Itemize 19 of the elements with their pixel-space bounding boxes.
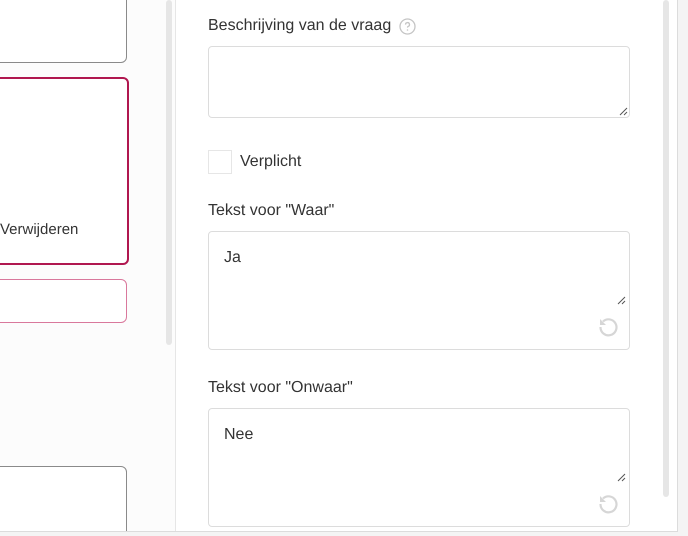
resize-handle-icon[interactable] xyxy=(617,296,626,305)
description-field[interactable] xyxy=(208,46,630,118)
answer-text-field[interactable]: Ja xyxy=(208,231,630,350)
resize-handle-icon[interactable] xyxy=(617,473,626,482)
help-icon[interactable] xyxy=(399,18,416,34)
field-label: Beschrijving van de vraag xyxy=(208,16,392,36)
checkbox[interactable] xyxy=(208,150,232,174)
answer-text-field[interactable]: Nee xyxy=(208,408,630,527)
scrollbar[interactable] xyxy=(663,0,669,497)
field-label: Tekst voor "Waar" xyxy=(208,201,336,221)
card[interactable] xyxy=(0,466,127,531)
undo-icon[interactable] xyxy=(597,493,619,515)
field-label: Tekst voor "Onwaar" xyxy=(208,378,354,398)
resize-handle-icon[interactable] xyxy=(619,107,628,116)
selected-card[interactable]: Verwijderen xyxy=(0,77,129,265)
delete-link[interactable]: Verwijderen xyxy=(0,218,78,241)
outlined-card[interactable] xyxy=(0,279,127,323)
undo-icon[interactable] xyxy=(597,316,619,338)
checkbox-label: Verplicht xyxy=(240,152,302,172)
